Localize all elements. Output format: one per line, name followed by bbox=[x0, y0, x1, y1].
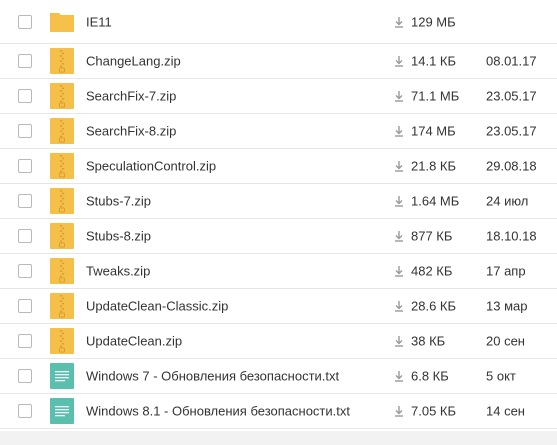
download-icon[interactable] bbox=[393, 16, 405, 28]
file-size: 1.64 МБ bbox=[411, 193, 460, 209]
file-row[interactable]: Stubs-8.zip 877 КБ 18.10.18 bbox=[0, 219, 557, 254]
file-date: 24 июл bbox=[486, 193, 529, 209]
zip-file-icon bbox=[49, 293, 75, 319]
row-checkbox[interactable] bbox=[18, 159, 32, 173]
file-name[interactable]: Stubs-8.zip bbox=[86, 229, 151, 244]
horizontal-scrollbar[interactable] bbox=[0, 431, 557, 445]
file-size: 877 КБ bbox=[411, 228, 453, 244]
file-size: 28.6 КБ bbox=[411, 298, 457, 314]
row-checkbox[interactable] bbox=[18, 334, 32, 348]
file-date: 5 окт bbox=[486, 368, 516, 384]
text-file-icon bbox=[49, 398, 75, 424]
zip-file-icon bbox=[49, 188, 75, 214]
row-checkbox[interactable] bbox=[18, 194, 32, 208]
download-icon[interactable] bbox=[393, 90, 405, 102]
file-size: 38 КБ bbox=[411, 333, 446, 349]
download-icon[interactable] bbox=[393, 405, 405, 417]
file-size: 482 КБ bbox=[411, 263, 453, 279]
file-size: 129 МБ bbox=[411, 14, 456, 29]
file-size: 6.8 КБ bbox=[411, 368, 449, 384]
file-row[interactable]: Stubs-7.zip 1.64 МБ 24 июл bbox=[0, 184, 557, 219]
row-checkbox[interactable] bbox=[18, 124, 32, 138]
download-icon[interactable] bbox=[393, 55, 405, 67]
row-checkbox[interactable] bbox=[18, 89, 32, 103]
file-name[interactable]: Tweaks.zip bbox=[86, 264, 150, 279]
file-name[interactable]: Windows 7 - Обновления безопасности.txt bbox=[86, 369, 339, 384]
file-name[interactable]: SpeculationControl.zip bbox=[86, 159, 216, 174]
download-icon[interactable] bbox=[393, 125, 405, 137]
text-file-icon bbox=[49, 363, 75, 389]
file-size: 174 МБ bbox=[411, 123, 456, 139]
file-date: 17 апр bbox=[486, 263, 526, 279]
download-icon[interactable] bbox=[393, 265, 405, 277]
row-checkbox[interactable] bbox=[18, 299, 32, 313]
file-row[interactable]: IE11 129 МБ bbox=[0, 0, 557, 44]
file-name[interactable]: SearchFix-7.zip bbox=[86, 89, 176, 104]
file-date: 08.01.17 bbox=[486, 53, 537, 69]
download-icon[interactable] bbox=[393, 300, 405, 312]
file-row[interactable]: SearchFix-8.zip 174 МБ 23.05.17 bbox=[0, 114, 557, 149]
file-name[interactable]: Windows 8.1 - Обновления безопасности.tx… bbox=[86, 404, 350, 419]
download-icon[interactable] bbox=[393, 335, 405, 347]
file-row[interactable]: Windows 8.1 - Обновления безопасности.tx… bbox=[0, 394, 557, 429]
file-name[interactable]: ChangeLang.zip bbox=[86, 54, 181, 69]
file-name[interactable]: UpdateClean-Classic.zip bbox=[86, 299, 228, 314]
zip-file-icon bbox=[49, 83, 75, 109]
file-date: 29.08.18 bbox=[486, 158, 537, 174]
row-checkbox[interactable] bbox=[18, 54, 32, 68]
file-date: 23.05.17 bbox=[486, 123, 537, 139]
download-icon[interactable] bbox=[393, 160, 405, 172]
file-row[interactable]: SpeculationControl.zip 21.8 КБ 29.08.18 bbox=[0, 149, 557, 184]
row-checkbox[interactable] bbox=[18, 404, 32, 418]
file-name[interactable]: UpdateClean.zip bbox=[86, 334, 182, 349]
file-date: 13 мар bbox=[486, 298, 528, 314]
file-date: 23.05.17 bbox=[486, 88, 537, 104]
folder-icon bbox=[49, 9, 75, 35]
zip-file-icon bbox=[49, 328, 75, 354]
file-row[interactable]: ChangeLang.zip 14.1 КБ 08.01.17 bbox=[0, 44, 557, 79]
file-row[interactable]: SearchFix-7.zip 71.1 МБ 23.05.17 bbox=[0, 79, 557, 114]
file-size: 71.1 МБ bbox=[411, 88, 460, 104]
download-icon[interactable] bbox=[393, 195, 405, 207]
file-row[interactable]: Windows 7 - Обновления безопасности.txt … bbox=[0, 359, 557, 394]
file-row[interactable]: UpdateClean.zip 38 КБ 20 сен bbox=[0, 324, 557, 359]
file-size: 14.1 КБ bbox=[411, 53, 457, 69]
file-row[interactable]: Tweaks.zip 482 КБ 17 апр bbox=[0, 254, 557, 289]
zip-file-icon bbox=[49, 223, 75, 249]
file-date: 14 сен bbox=[486, 403, 525, 419]
download-icon[interactable] bbox=[393, 230, 405, 242]
zip-file-icon bbox=[49, 48, 75, 74]
row-checkbox[interactable] bbox=[18, 14, 32, 29]
file-name[interactable]: Stubs-7.zip bbox=[86, 194, 151, 209]
file-name[interactable]: IE11 bbox=[86, 14, 112, 29]
file-size: 7.05 КБ bbox=[411, 403, 457, 419]
row-checkbox[interactable] bbox=[18, 264, 32, 278]
file-size: 21.8 КБ bbox=[411, 158, 457, 174]
zip-file-icon bbox=[49, 153, 75, 179]
zip-file-icon bbox=[49, 118, 75, 144]
download-icon[interactable] bbox=[393, 370, 405, 382]
row-checkbox[interactable] bbox=[18, 229, 32, 243]
row-checkbox[interactable] bbox=[18, 369, 32, 383]
file-date: 20 сен bbox=[486, 333, 525, 349]
file-list: IE11 129 МБ ChangeLang.zip 14.1 КБ 08.01… bbox=[0, 0, 557, 429]
file-name[interactable]: SearchFix-8.zip bbox=[86, 124, 176, 139]
zip-file-icon bbox=[49, 258, 75, 284]
file-date: 18.10.18 bbox=[486, 228, 537, 244]
file-row[interactable]: UpdateClean-Classic.zip 28.6 КБ 13 мар bbox=[0, 289, 557, 324]
